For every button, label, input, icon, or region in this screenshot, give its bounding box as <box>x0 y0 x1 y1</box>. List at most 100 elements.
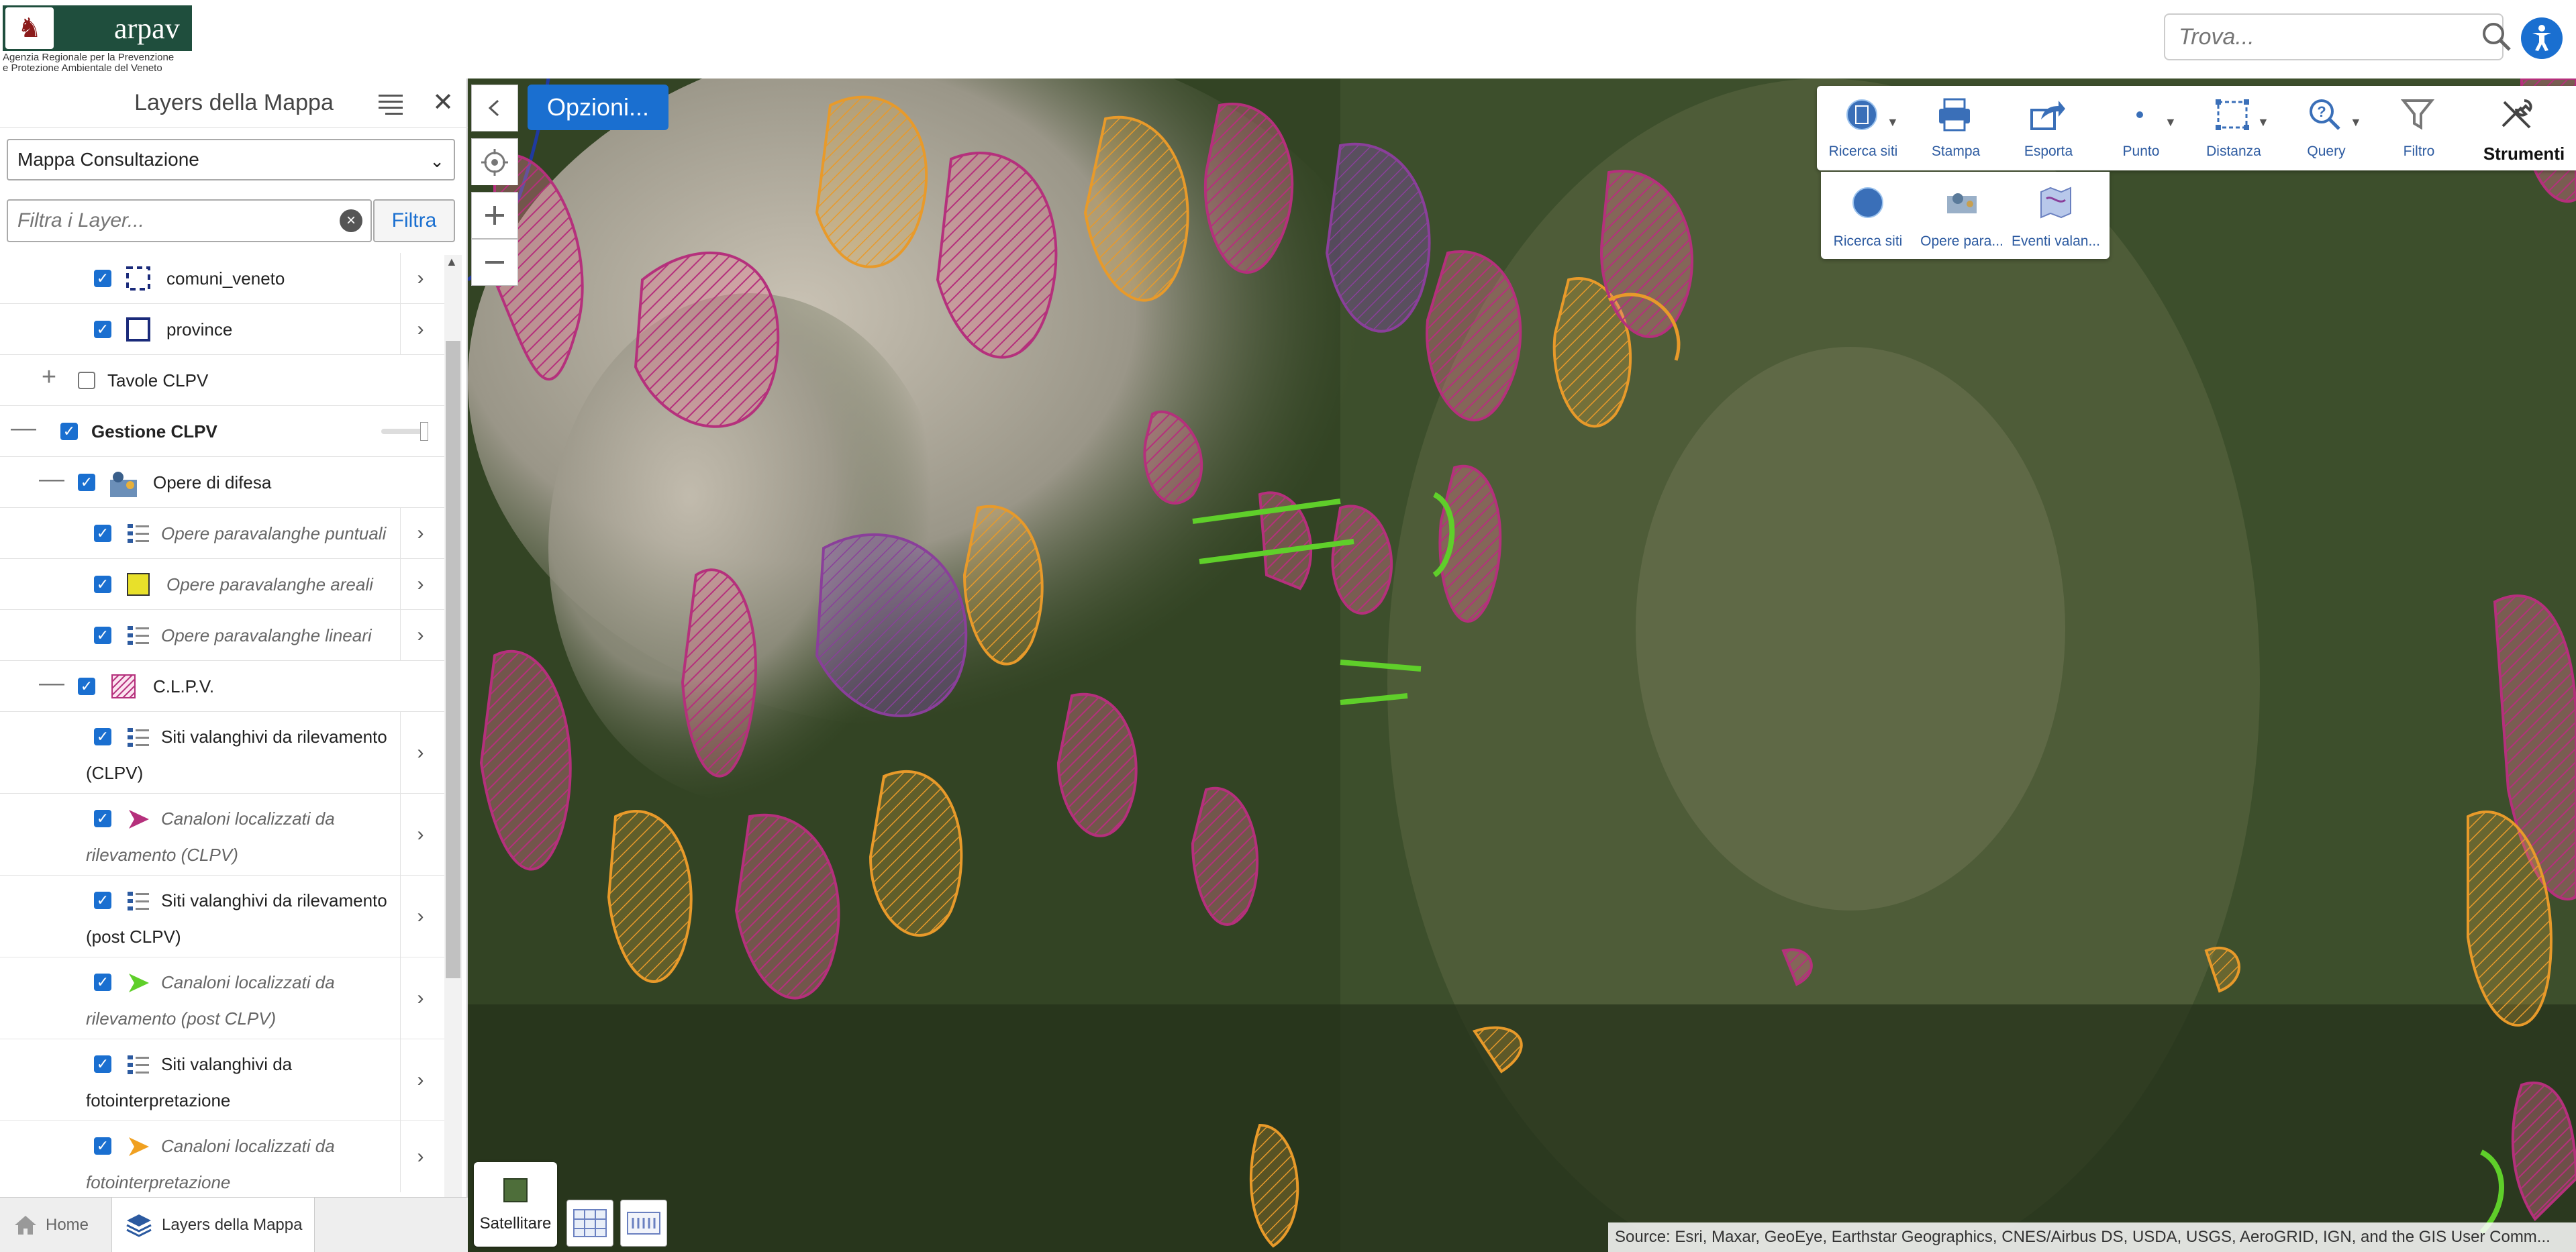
locate-button[interactable] <box>471 138 518 185</box>
layer-list-scrollbar[interactable]: ▲ ▼ <box>444 255 462 1252</box>
chevron-right-icon[interactable]: › <box>400 508 440 558</box>
zoom-out-button[interactable] <box>471 239 518 286</box>
tool-filtro[interactable]: Filtro <box>2373 86 2465 170</box>
subtool-eventi[interactable]: Eventi valan... <box>2009 172 2103 259</box>
layer-checkbox[interactable]: ✓ <box>94 270 111 287</box>
collapse-sidebar-button[interactable] <box>471 85 518 132</box>
globe-search-icon <box>1846 99 1877 130</box>
expand-icon[interactable]: + <box>39 363 59 392</box>
minus-icon <box>485 261 504 264</box>
chevron-right-icon[interactable]: › <box>400 253 440 303</box>
tool-distanza[interactable]: ▼ Distanza <box>2187 86 2280 170</box>
legend-toggle-button[interactable] <box>566 1200 613 1247</box>
layer-group-row[interactable]: — ✓ Gestione CLPV <box>0 406 444 457</box>
layer-checkbox[interactable]: ✓ <box>94 810 111 827</box>
chevron-right-icon[interactable]: › <box>400 1039 440 1120</box>
layer-row[interactable]: ✓ Canaloni localizzati da rilevamento (C… <box>0 794 444 876</box>
collapse-icon[interactable]: — <box>11 414 36 443</box>
chevron-down-icon: ⌄ <box>430 151 444 171</box>
arpav-logo[interactable]: ♞ arpav Agenzia Regionale per la Prevenz… <box>0 3 195 75</box>
layer-checkbox[interactable]: ✓ <box>94 321 111 338</box>
export-icon <box>2030 101 2065 130</box>
layer-row[interactable]: ✓ Canaloni localizzati da fotointerpreta… <box>0 1121 444 1192</box>
layer-row[interactable]: ✓ Opere paravalanghe lineari › <box>0 610 444 661</box>
tool-punto[interactable]: ▼ Punto <box>2095 86 2187 170</box>
scale-icon <box>627 1212 660 1235</box>
scale-button[interactable] <box>620 1200 667 1247</box>
layer-row[interactable]: ✓ Opere paravalanghe puntuali › <box>0 508 444 559</box>
tool-ricerca-siti[interactable]: ▼ Ricerca siti <box>1817 86 1910 170</box>
filter-button[interactable]: Filtra <box>373 199 455 242</box>
layer-checkbox[interactable]: ✓ <box>94 576 111 593</box>
tab-home[interactable]: Home <box>0 1198 101 1252</box>
caret-down-icon[interactable]: ▼ <box>2350 115 2362 129</box>
options-button[interactable]: Opzioni... <box>528 85 668 130</box>
layer-checkbox[interactable]: ✓ <box>94 525 111 542</box>
layer-filter-field: × <box>7 199 372 242</box>
layer-group-row[interactable]: — ✓ C.L.P.V. <box>0 661 444 712</box>
chevron-left-icon <box>488 99 499 117</box>
layers-icon <box>126 1214 152 1237</box>
layer-checkbox[interactable]: ✓ <box>78 474 95 491</box>
layer-row[interactable]: ✓ Siti valanghivi da rilevamento (post C… <box>0 876 444 957</box>
layer-checkbox[interactable]: ✓ <box>94 627 111 644</box>
scroll-up-icon[interactable]: ▲ <box>446 255 458 269</box>
layer-checkbox[interactable] <box>78 372 95 389</box>
chevron-right-icon[interactable]: › <box>400 610 440 660</box>
layer-group-row[interactable]: — ✓ Opere di difesa <box>0 457 444 508</box>
logo-brand: arpav <box>114 11 180 45</box>
tab-layers[interactable]: Layers della Mappa <box>111 1198 315 1252</box>
tool-strumenti[interactable]: Strumenti <box>2472 86 2576 170</box>
layer-group-row[interactable]: + Tavole CLPV <box>0 355 444 406</box>
chevron-right-icon[interactable]: › <box>400 304 440 354</box>
layer-row[interactable]: ✓ province › <box>0 304 444 355</box>
search-icon[interactable] <box>2480 17 2514 57</box>
filter-icon <box>2400 99 2435 130</box>
layer-checkbox[interactable]: ✓ <box>60 423 78 440</box>
layer-filter-input[interactable] <box>8 209 340 232</box>
map-select[interactable]: Mappa Consultazione ⌄ <box>7 139 455 180</box>
chevron-right-icon[interactable]: › <box>400 712 440 793</box>
query-icon: ? <box>2310 99 2340 130</box>
subtool-opere[interactable]: Opere para... <box>1915 172 2009 259</box>
chevron-right-icon[interactable]: › <box>400 794 440 875</box>
layer-row[interactable]: ✓ Siti valanghivi da fotointerpretazione… <box>0 1039 444 1121</box>
ricerca-siti-submenu: Ricerca siti Opere para... Eventi valan.… <box>1821 172 2110 259</box>
tool-esporta[interactable]: Esporta <box>2002 86 2095 170</box>
collapse-icon[interactable]: — <box>39 465 64 494</box>
layer-checkbox[interactable]: ✓ <box>94 1055 111 1073</box>
accessibility-icon[interactable] <box>2521 17 2563 59</box>
chevron-right-icon[interactable]: › <box>400 1121 440 1192</box>
caret-down-icon[interactable]: ▼ <box>2257 115 2269 129</box>
layer-checkbox[interactable]: ✓ <box>94 728 111 745</box>
caret-down-icon[interactable]: ▼ <box>2165 115 2177 129</box>
clear-icon[interactable]: × <box>340 209 362 232</box>
menu-icon[interactable] <box>376 91 405 117</box>
zoom-in-button[interactable] <box>471 192 518 239</box>
caret-down-icon[interactable]: ▼ <box>1887 115 1899 129</box>
layer-row[interactable]: ✓ comuni_veneto › <box>0 253 444 304</box>
map-view[interactable] <box>468 79 2576 1252</box>
basemap-switch[interactable]: Satellitare <box>474 1162 557 1247</box>
chevron-right-icon[interactable]: › <box>400 559 440 609</box>
opacity-slider[interactable] <box>381 422 428 441</box>
collapse-icon[interactable]: — <box>39 669 64 698</box>
layer-checkbox[interactable]: ✓ <box>94 892 111 909</box>
layer-row[interactable]: ✓ Opere paravalanghe areali › <box>0 559 444 610</box>
chevron-right-icon[interactable]: › <box>400 876 440 957</box>
layer-checkbox[interactable]: ✓ <box>94 974 111 991</box>
tool-query[interactable]: ? ▼ Query <box>2280 86 2373 170</box>
subtool-ricerca-siti[interactable]: Ricerca siti <box>1821 172 1915 259</box>
search-input[interactable] <box>2165 17 2480 57</box>
tools-icon <box>2501 99 2532 129</box>
logo-subtitle: Agenzia Regionale per la Prevenzione e P… <box>3 52 175 74</box>
chevron-right-icon[interactable]: › <box>400 957 440 1039</box>
scrollbar-thumb[interactable] <box>446 341 460 978</box>
layer-row[interactable]: ✓ Siti valanghivi da rilevamento (CLPV) … <box>0 712 444 794</box>
layer-checkbox[interactable]: ✓ <box>94 1137 111 1155</box>
close-icon[interactable]: ✕ <box>430 88 456 117</box>
layer-checkbox[interactable]: ✓ <box>78 678 95 695</box>
layer-row[interactable]: ✓ Canaloni localizzati da rilevamento (p… <box>0 957 444 1039</box>
lion-emblem-icon: ♞ <box>5 7 54 49</box>
tool-stampa[interactable]: Stampa <box>1910 86 2002 170</box>
